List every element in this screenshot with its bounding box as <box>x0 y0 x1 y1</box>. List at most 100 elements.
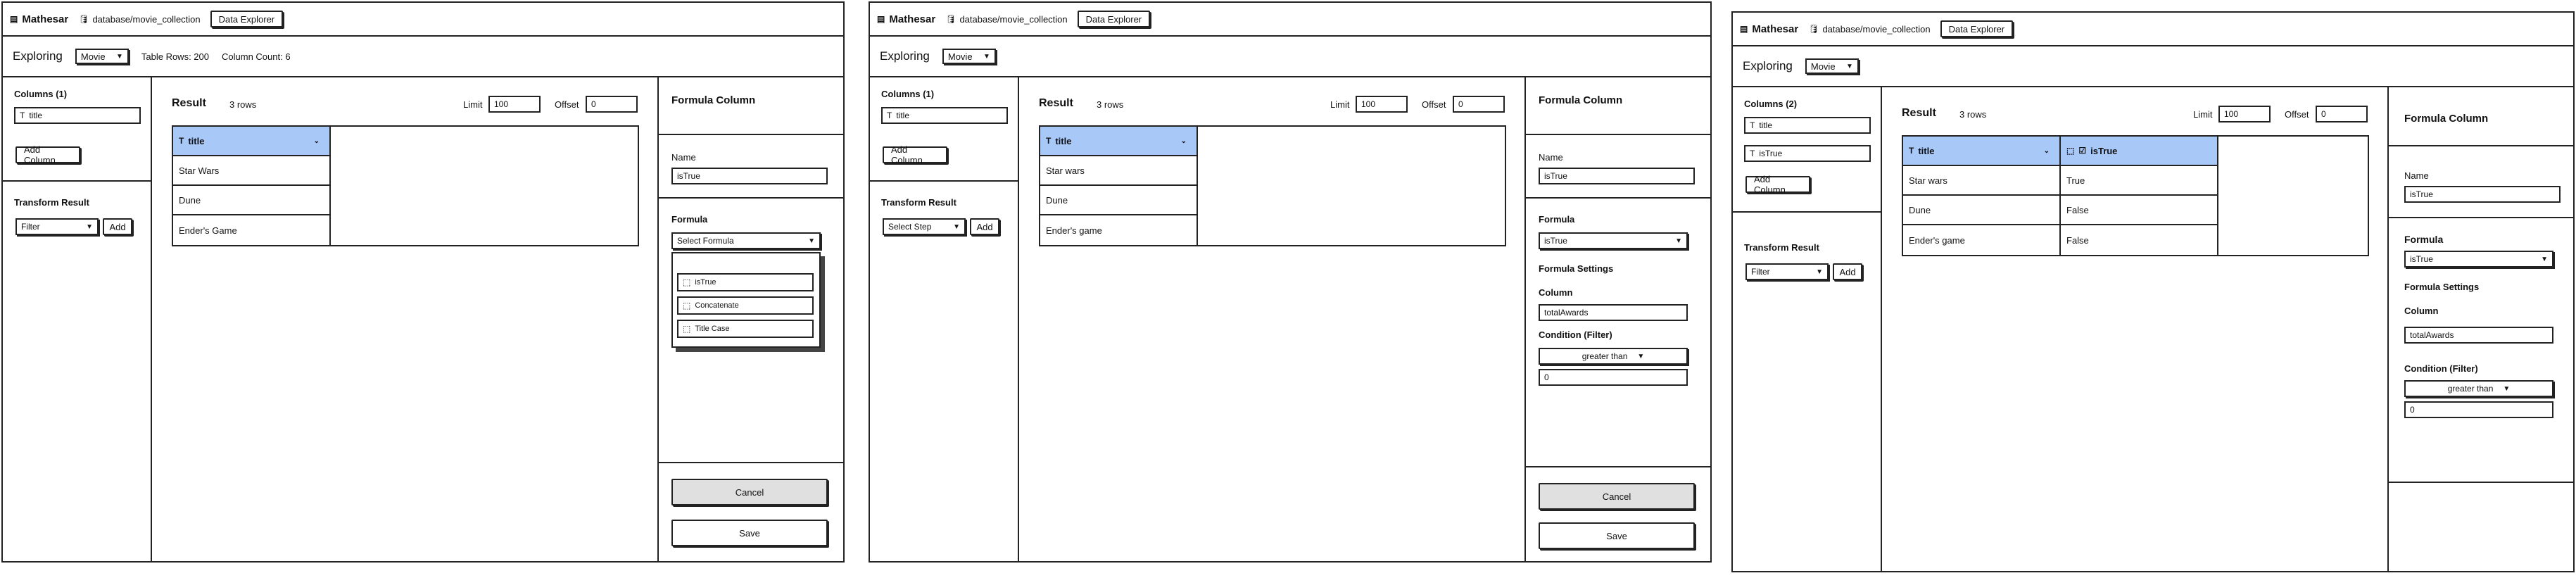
add-column-button[interactable]: Add Column <box>883 144 947 165</box>
chevron-down-icon: ⌄ <box>313 137 320 145</box>
table-rows: Table Rows: 200 <box>141 51 209 62</box>
formula-panel: Formula Column Name isTrue Formula isTru… <box>1526 77 1710 561</box>
column-item[interactable]: Ttitle <box>1744 117 1871 134</box>
table-select-value: Movie <box>80 51 106 62</box>
chevron-down-icon: ▼ <box>1637 352 1645 360</box>
add-column-button[interactable]: Add Column <box>15 144 80 165</box>
column-item[interactable]: TisTrue <box>1744 145 1871 162</box>
table-cell[interactable]: Star wars <box>1039 155 1198 186</box>
limit-input[interactable]: 100 <box>2218 106 2271 122</box>
app-name: Mathesar <box>889 13 936 25</box>
condition-value-input[interactable]: 0 <box>1539 369 1688 386</box>
add-transform-button[interactable]: Add <box>1833 263 1862 280</box>
transform-select[interactable]: Select Step ▼ <box>883 218 966 235</box>
offset-input[interactable]: 0 <box>586 96 638 113</box>
limit-input[interactable]: 100 <box>488 96 541 113</box>
column-item[interactable]: Ttitle <box>14 107 141 124</box>
column-item-label: title <box>29 111 43 120</box>
transform-header: Transform Result <box>14 197 89 208</box>
formula-select[interactable]: isTrue ▼ <box>2404 251 2553 268</box>
left-sidebar: Columns (2) Ttitle TisTrue Add Column Tr… <box>1733 87 1882 571</box>
table-cell[interactable]: Dune <box>1039 184 1198 215</box>
table-select[interactable]: Movie ▼ <box>75 49 129 64</box>
table-cell[interactable]: Dune <box>172 184 331 215</box>
breadcrumb[interactable]: 🛢 database/movie_collection <box>1808 24 1930 34</box>
table-select[interactable]: Movie ▼ <box>1805 58 1859 74</box>
data-explorer-button[interactable]: Data Explorer <box>210 11 284 27</box>
data-explorer-button[interactable]: Data Explorer <box>1940 20 2014 37</box>
mathesar-logo-icon: ▤ <box>1740 24 1748 34</box>
name-input[interactable]: isTrue <box>2404 186 2561 203</box>
explorer-bar: Exploring Movie ▼ Table Rows: 200 Column … <box>3 37 843 77</box>
offset-input[interactable]: 0 <box>2316 106 2368 122</box>
transform-select[interactable]: Filter ▼ <box>1745 263 1829 280</box>
name-label: Name <box>2404 170 2429 181</box>
formula-option[interactable]: ⬚ isTrue <box>677 273 814 291</box>
left-sidebar: Columns (1) Ttitle Add Column Transform … <box>870 77 1019 561</box>
save-button[interactable]: Save <box>1539 522 1695 549</box>
table-cell[interactable]: Ender's game <box>1039 214 1198 246</box>
formula-settings-label: Formula Settings <box>2404 282 2480 292</box>
table-cell[interactable]: True <box>2059 165 2218 196</box>
column-header-title[interactable]: Ttitle ⌄ <box>1902 135 2061 166</box>
formula-label: Formula <box>1539 214 1575 225</box>
app-header: ▤ Mathesar 🛢 database/movie_collection Dat… <box>1733 13 2573 46</box>
brand[interactable]: ▤ Mathesar <box>10 13 68 25</box>
breadcrumb-text: database/movie_collection <box>959 13 1068 25</box>
name-input[interactable]: isTrue <box>671 168 828 184</box>
formula-select[interactable]: isTrue ▼ <box>1539 232 1688 249</box>
limit-input[interactable]: 100 <box>1356 96 1408 113</box>
brand[interactable]: ▤ Mathesar <box>877 13 935 25</box>
table-cell[interactable]: Dune <box>1902 194 2061 225</box>
column-header-title[interactable]: Ttitle ⌄ <box>172 125 331 156</box>
table-cell[interactable]: Star wars <box>1902 165 2061 196</box>
app-header: ▤ Mathesar 🛢 database/movie_collection Dat… <box>3 3 843 37</box>
chevron-down-icon: ▼ <box>1845 62 1853 70</box>
formula-select[interactable]: Select Formula ▼ <box>671 232 821 249</box>
divider <box>1526 197 1710 199</box>
cancel-button[interactable]: Cancel <box>1539 483 1695 510</box>
table-cell[interactable]: Ender's Game <box>172 214 331 246</box>
formula-panel: Formula Column Name isTrue Formula Selec… <box>659 77 843 561</box>
formula-select-value: isTrue <box>1544 236 1567 246</box>
transform-select[interactable]: Filter ▼ <box>15 218 99 235</box>
data-explorer-button[interactable]: Data Explorer <box>1077 11 1151 27</box>
chevron-down-icon: ▼ <box>953 222 960 231</box>
formula-select-value: Select Formula <box>677 236 734 246</box>
result-title: Result <box>1902 107 1936 119</box>
table-cell[interactable]: False <box>2059 194 2218 225</box>
table-select[interactable]: Movie ▼ <box>942 49 996 64</box>
formula-option[interactable]: ⬚ Title Case <box>677 320 814 338</box>
save-button[interactable]: Save <box>671 520 828 546</box>
condition-select[interactable]: greater than ▼ <box>2404 380 2553 397</box>
columns-header: Columns (1) <box>14 89 68 99</box>
column-input[interactable]: totalAwards <box>2404 327 2553 344</box>
column-header-istrue[interactable]: ⬚ ☑ isTrue <box>2059 135 2218 166</box>
condition-value-input[interactable]: 0 <box>2404 401 2553 418</box>
column-item[interactable]: Ttitle <box>881 107 1008 124</box>
breadcrumb[interactable]: 🛢 database/movie_collection <box>945 14 1067 25</box>
condition-select[interactable]: greater than ▼ <box>1539 348 1688 365</box>
add-transform-button[interactable]: Add <box>103 218 132 235</box>
transform-header: Transform Result <box>881 197 956 208</box>
breadcrumb-text: database/movie_collection <box>1822 23 1931 34</box>
cancel-button[interactable]: Cancel <box>671 479 828 505</box>
column-input[interactable]: totalAwards <box>1539 304 1688 321</box>
add-column-button[interactable]: Add Column <box>1745 174 1810 195</box>
table-cell[interactable]: Star Wars <box>172 155 331 186</box>
chevron-down-icon: ▼ <box>115 52 123 61</box>
add-transform-button[interactable]: Add <box>970 218 999 235</box>
divider <box>2389 145 2573 146</box>
name-input[interactable]: isTrue <box>1539 168 1695 184</box>
table-cell[interactable]: Ender's game <box>1902 224 2061 256</box>
divider <box>659 197 843 199</box>
table-cell[interactable]: False <box>2059 224 2218 256</box>
breadcrumb[interactable]: 🛢 database/movie_collection <box>78 14 200 25</box>
app-header: ▤ Mathesar 🛢 database/movie_collection Dat… <box>870 3 1710 37</box>
formula-option[interactable]: ⬚ Concatenate <box>677 296 814 315</box>
chevron-down-icon: ⌄ <box>1180 137 1187 145</box>
column-header-title[interactable]: Ttitle ⌄ <box>1039 125 1198 156</box>
offset-input[interactable]: 0 <box>1453 96 1505 113</box>
brand[interactable]: ▤ Mathesar <box>1740 23 1798 35</box>
column-label: Column <box>2404 306 2439 316</box>
